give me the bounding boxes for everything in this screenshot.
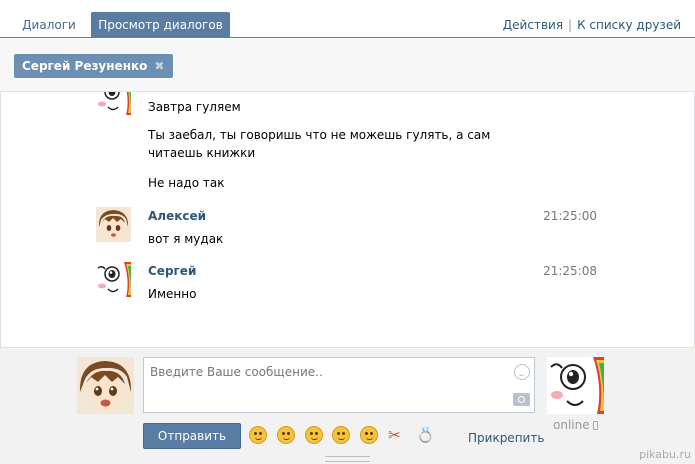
message-input-placeholder: Введите Ваше сообщение..	[150, 365, 323, 379]
top-actions: Действия | К списку друзей	[503, 18, 681, 32]
neutral-emoji-icon[interactable]	[304, 426, 323, 444]
own-avatar[interactable]	[77, 357, 134, 414]
message-text: Завтра гуляем	[148, 100, 241, 114]
smile-emoji-icon[interactable]	[249, 426, 267, 444]
participant-chip-label: Сергей Резуненко	[22, 59, 148, 73]
kiss-emoji-icon[interactable]	[360, 426, 379, 444]
resize-handle[interactable]	[325, 456, 370, 462]
ring-icon[interactable]: 💍	[416, 426, 435, 444]
recipient-avatar[interactable]	[547, 357, 604, 414]
message-author[interactable]: Сергей	[148, 264, 196, 278]
send-button[interactable]: Отправить	[143, 423, 241, 449]
message-text: вот я мудак	[148, 232, 224, 246]
grin-emoji-icon[interactable]	[332, 426, 351, 444]
smile-icon[interactable]	[514, 364, 530, 380]
sergey-avatar[interactable]	[96, 92, 131, 115]
camera-icon[interactable]	[513, 393, 530, 406]
dialog-filter-bar: Сергей Резуненко ✖	[0, 39, 695, 92]
phone-icon	[592, 421, 598, 430]
actions-link[interactable]: Действия	[503, 18, 563, 32]
close-icon[interactable]: ✖	[154, 54, 164, 78]
watermark: pikabu.ru	[639, 448, 691, 461]
message-composer: Введите Ваше сообщение.. Отправить ✂ 💍 П…	[0, 347, 695, 464]
message-text: Не надо так	[148, 176, 225, 190]
participant-chip[interactable]: Сергей Резуненко ✖	[14, 54, 174, 78]
top-navigation: Диалоги Просмотр диалогов Действия | К спи…	[0, 0, 695, 38]
message-author[interactable]: Алексей	[148, 209, 206, 223]
message-time: 21:25:08	[543, 264, 597, 278]
online-status: online	[553, 418, 598, 432]
message-input[interactable]: Введите Ваше сообщение..	[143, 357, 535, 413]
friends-list-link[interactable]: К списку друзей	[577, 18, 681, 32]
wink-kiss-emoji-icon[interactable]	[276, 426, 295, 444]
quick-emoji-bar: ✂ 💍	[249, 426, 440, 446]
message-text: Именно	[148, 287, 197, 301]
tab-view-dialogs[interactable]: Просмотр диалогов	[91, 12, 230, 38]
attach-link[interactable]: Прикрепить	[468, 431, 544, 445]
message-history[interactable]: Завтра гуляем Ты заебал, ты говоришь что…	[0, 92, 695, 347]
tab-dialogs[interactable]: Диалоги	[14, 12, 84, 38]
message-time: 21:25:00	[543, 209, 597, 223]
message-text: Ты заебал, ты говоришь что не можешь гул…	[148, 128, 491, 160]
sergey-avatar[interactable]	[96, 262, 131, 297]
actions-separator: |	[568, 18, 573, 32]
online-status-label: online	[553, 418, 590, 432]
scissors-icon[interactable]: ✂	[388, 426, 406, 444]
alexey-avatar[interactable]	[96, 207, 131, 242]
